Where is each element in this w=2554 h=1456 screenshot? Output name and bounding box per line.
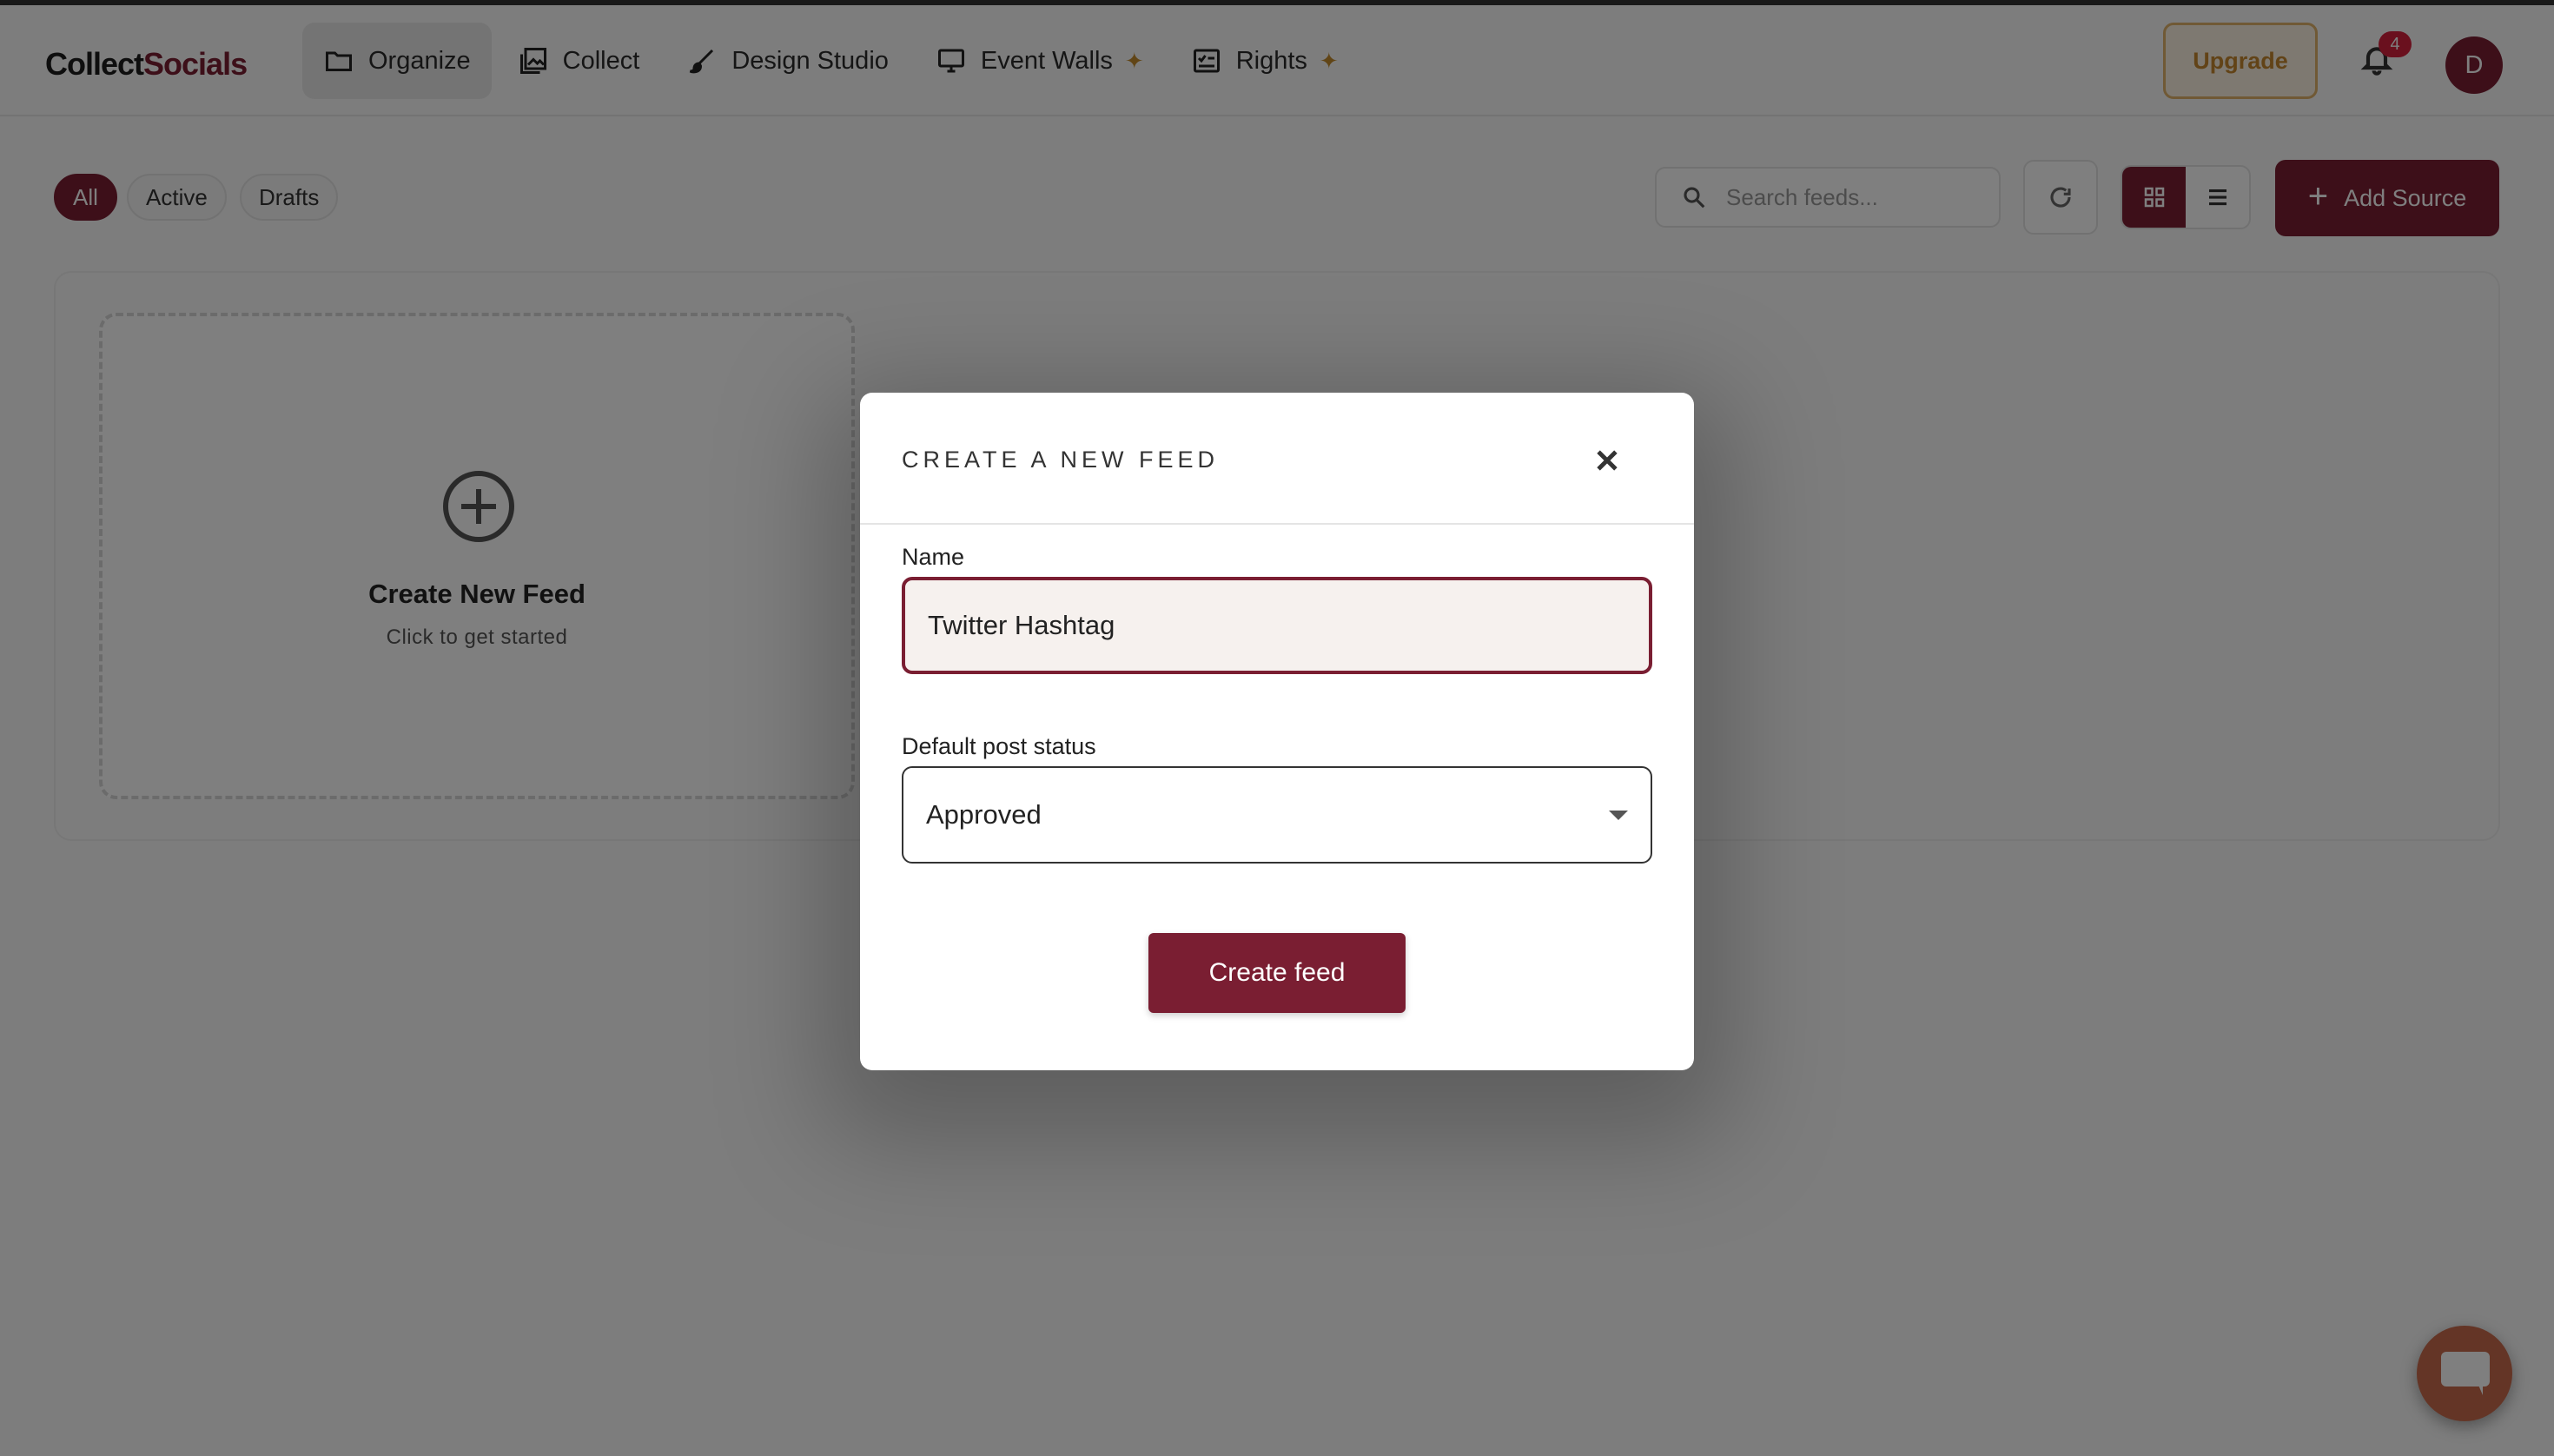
create-feed-button[interactable]: Create feed <box>1148 933 1406 1013</box>
create-feed-modal: CREATE A NEW FEED Name Default post stat… <box>860 393 1694 1070</box>
default-status-select[interactable]: Approved <box>902 766 1652 864</box>
feed-name-input[interactable] <box>902 577 1652 674</box>
modal-header: CREATE A NEW FEED <box>860 393 1694 525</box>
close-button[interactable] <box>1585 438 1630 483</box>
modal-title: CREATE A NEW FEED <box>902 447 1220 473</box>
name-label: Name <box>902 544 965 570</box>
status-label: Default post status <box>902 733 1096 759</box>
caret-down-icon <box>1609 810 1628 820</box>
status-value: Approved <box>926 799 1042 830</box>
close-icon <box>1597 450 1618 471</box>
